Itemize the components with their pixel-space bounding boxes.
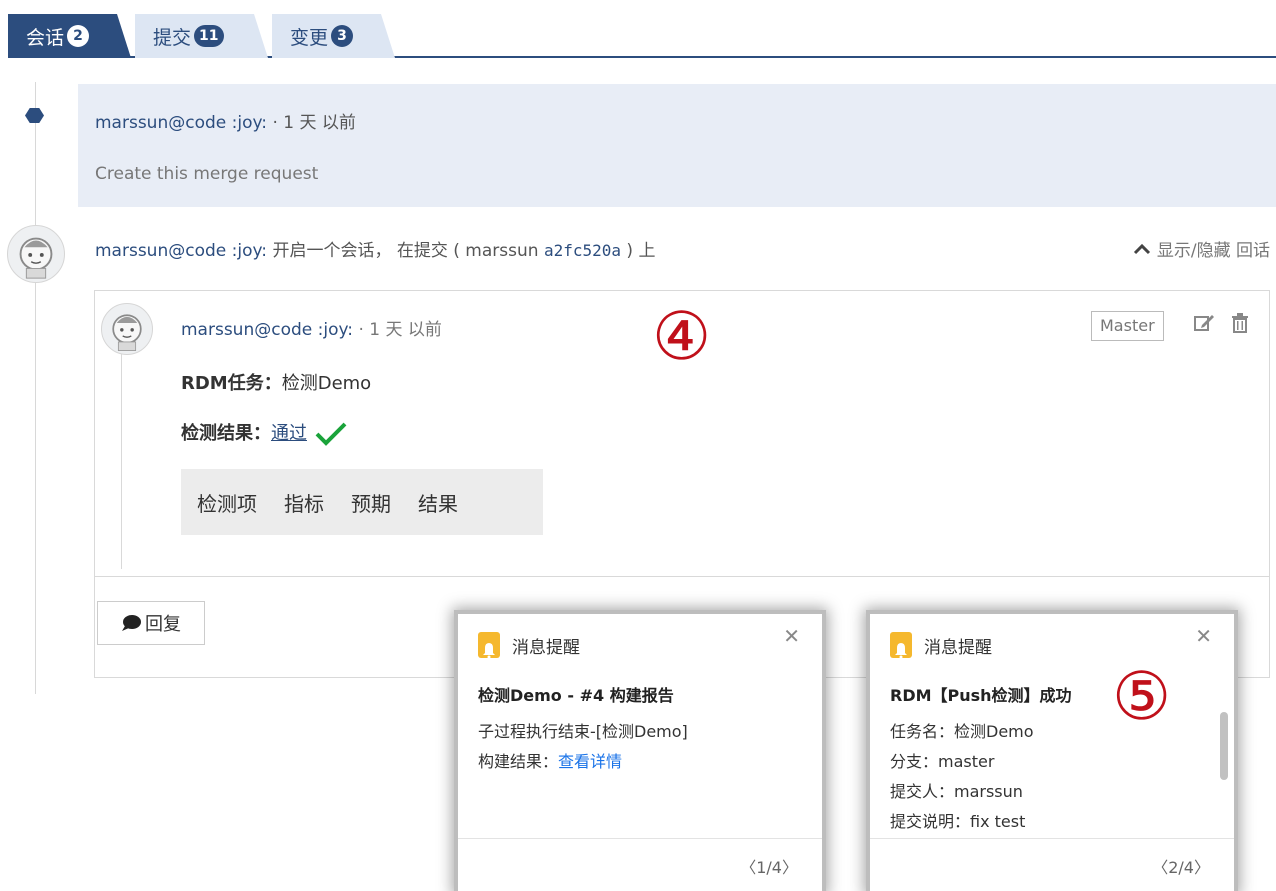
discussion-text: 开启一个会话， 在提交 ( marssun	[272, 241, 539, 261]
task-line: RDM任务：检测Demo	[181, 369, 371, 395]
table-header-cell: 检测项	[197, 491, 257, 516]
notification-line: 分支：master	[890, 752, 995, 771]
chevron-up-icon	[1133, 243, 1150, 254]
system-event: marssun@code :joy: · 1 天 以前 Create this …	[78, 84, 1276, 207]
thread-line	[121, 341, 122, 569]
avatar[interactable]	[101, 303, 153, 355]
notification-header: 消息提醒	[478, 632, 580, 658]
tab-count-badge: 11	[194, 25, 223, 47]
note-author[interactable]: marssun@code :joy:	[181, 320, 353, 340]
notification-pager[interactable]: 〈2/4〉	[1152, 854, 1210, 878]
notification-pager[interactable]: 〈1/4〉	[740, 854, 798, 878]
note-actions	[1193, 313, 1249, 333]
notification-line: 任务名：检测Demo	[890, 722, 1034, 741]
notification-line: 构建结果：查看详情	[478, 748, 622, 772]
note-meta: marssun@code :joy: · 1 天 以前	[181, 315, 442, 340]
table-header-cell: 预期	[351, 491, 391, 516]
tab-label: 会话	[26, 26, 65, 49]
view-details-link[interactable]: 查看详情	[558, 752, 622, 771]
tab-changes[interactable]: 变更 3	[272, 14, 395, 58]
notification-line: 提交说明：fix test	[890, 812, 1026, 831]
divider	[95, 576, 1269, 577]
pager-label: 2/4	[1168, 858, 1194, 877]
branch-badge: Master	[1091, 311, 1164, 341]
toggle-label: 显示/隐藏 回话	[1156, 241, 1270, 261]
timeline-line	[35, 82, 36, 694]
notification-header-label: 消息提醒	[924, 637, 992, 658]
tab-label: 提交	[153, 26, 192, 49]
annotation-marker-5: ⑤	[1112, 658, 1172, 735]
checkmark-icon	[315, 422, 347, 446]
scrollbar[interactable]	[1220, 712, 1228, 780]
task-value: 检测Demo	[281, 373, 372, 394]
event-description: Create this merge request	[95, 164, 319, 184]
discussion-header: marssun@code :joy: 开启一个会话， 在提交 ( marssun…	[95, 236, 655, 261]
chevron-right-icon[interactable]: 〉	[1194, 858, 1210, 877]
notification-line: 子过程执行结束-[检测Demo]	[478, 722, 688, 741]
bell-icon	[890, 632, 912, 658]
notification-title: 检测Demo - #4 构建报告	[478, 686, 674, 705]
discussion-author[interactable]: marssun@code :joy:	[95, 241, 267, 261]
divider	[458, 838, 822, 839]
chevron-left-icon[interactable]: 〈	[740, 858, 756, 877]
task-label: RDM任务：	[181, 373, 282, 394]
tab-commits[interactable]: 提交 11	[135, 14, 268, 58]
notification-line: 提交人：marssun	[890, 782, 1023, 801]
notification-card: 消息提醒 ✕ RDM【Push检测】成功 任务名：检测Demo 分支：maste…	[870, 614, 1234, 891]
table-header-cell: 指标	[284, 491, 324, 516]
pager-label: 1/4	[756, 858, 782, 877]
timeline-dot-icon	[25, 108, 44, 123]
commit-hash-link[interactable]: a2fc520a	[544, 241, 621, 260]
table-header-cell: 结果	[418, 491, 458, 516]
notification-card: 消息提醒 ✕ 检测Demo - #4 构建报告 子过程执行结束-[检测Demo]…	[458, 614, 822, 891]
note-time: · 1 天 以前	[358, 320, 442, 340]
toggle-discussion-button[interactable]: 显示/隐藏 回话	[1133, 236, 1270, 261]
notification-title: RDM【Push检测】成功	[890, 686, 1072, 705]
notification-label: 构建结果：	[478, 752, 559, 771]
close-icon[interactable]: ✕	[1195, 624, 1212, 648]
merge-request-page: 会话 2 提交 11 变更 3 marssun@code :joy: · 1 天…	[0, 0, 1276, 891]
result-line: 检测结果：通过	[181, 419, 349, 448]
event-meta: marssun@code :joy: · 1 天 以前	[95, 108, 356, 133]
chevron-right-icon[interactable]: 〉	[782, 858, 798, 877]
tab-count-badge: 3	[331, 25, 353, 47]
divider	[870, 838, 1234, 839]
result-link[interactable]: 通过	[271, 423, 307, 444]
tab-conversations[interactable]: 会话 2	[8, 14, 131, 58]
trash-icon[interactable]	[1231, 313, 1249, 333]
tab-bar: 会话 2 提交 11 变更 3	[8, 14, 1276, 58]
reply-label: 回复	[145, 614, 181, 635]
comment-icon	[122, 615, 141, 631]
notification-header: 消息提醒	[890, 632, 992, 658]
discussion-text-end: ) 上	[626, 241, 656, 261]
event-author[interactable]: marssun@code :joy:	[95, 113, 267, 133]
bell-icon	[478, 632, 500, 658]
edit-icon[interactable]	[1193, 313, 1215, 333]
notification-header-label: 消息提醒	[512, 637, 580, 658]
event-time: · 1 天 以前	[272, 113, 356, 133]
result-label: 检测结果：	[181, 423, 271, 444]
chevron-left-icon[interactable]: 〈	[1152, 858, 1168, 877]
close-icon[interactable]: ✕	[783, 624, 800, 648]
tab-label: 变更	[290, 26, 329, 49]
tab-count-badge: 2	[67, 25, 89, 47]
result-table-header: 检测项 指标 预期 结果	[181, 469, 543, 535]
avatar[interactable]	[7, 225, 65, 283]
reply-button[interactable]: 回复	[97, 601, 205, 645]
annotation-marker-4: ④	[652, 298, 712, 375]
